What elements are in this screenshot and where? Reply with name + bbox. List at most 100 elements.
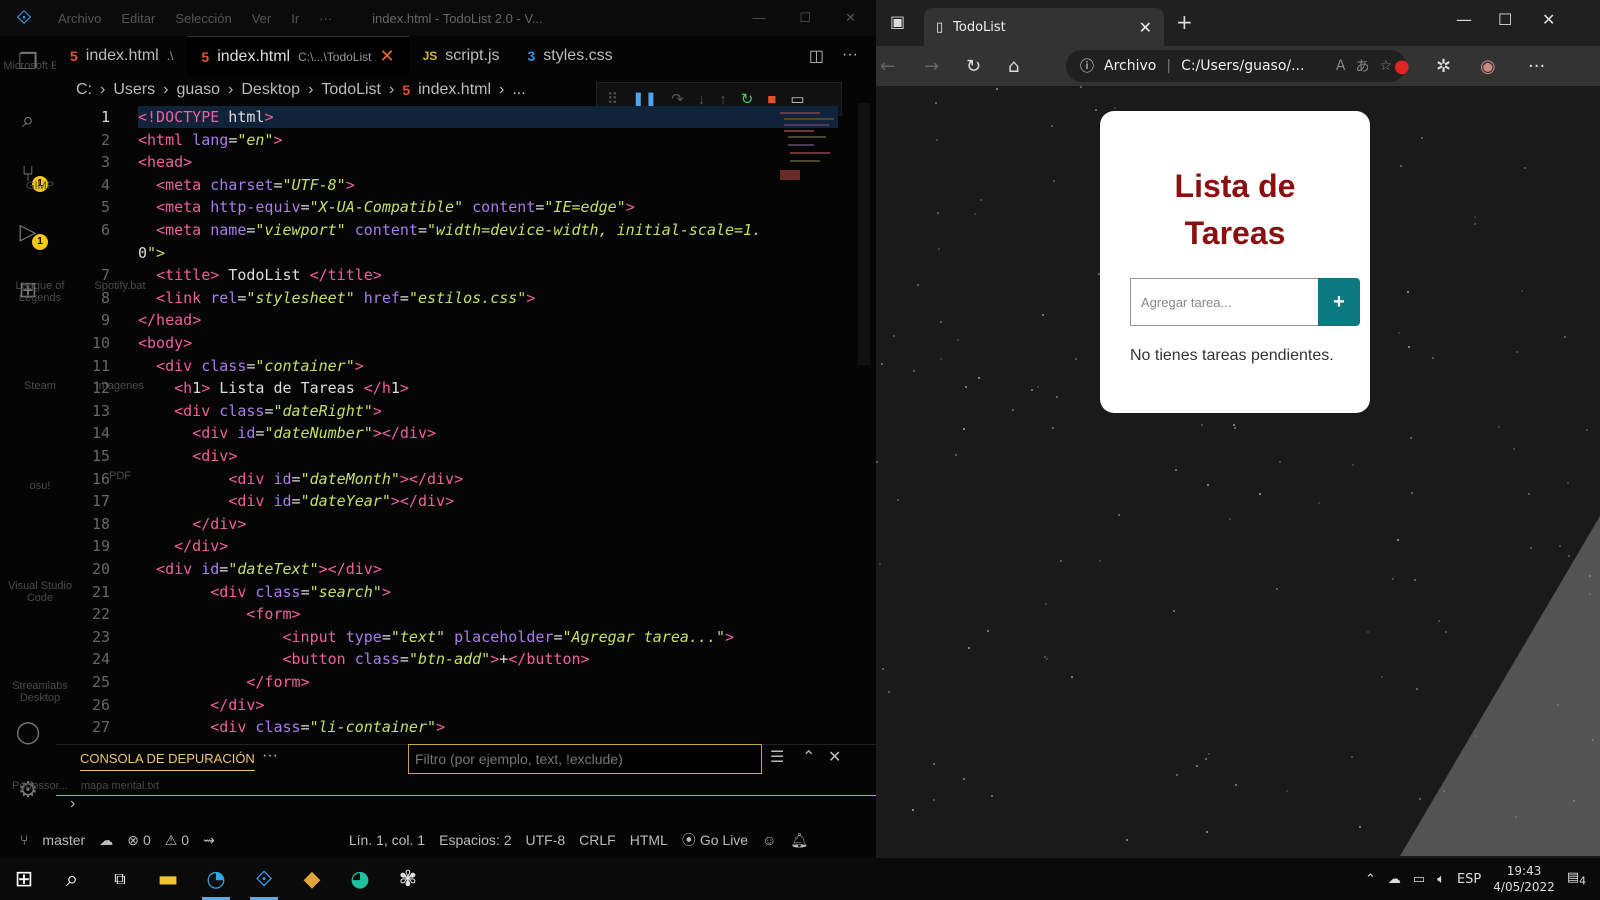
cursor-position[interactable]: Lín. 1, col. 1: [349, 832, 425, 848]
breadcrumb-item[interactable]: ...: [512, 81, 525, 99]
tab-index-html-1[interactable]: 5 index.html .\: [56, 36, 187, 76]
panel-more-icon[interactable]: ···: [262, 747, 278, 765]
run-debug-icon[interactable]: ▷ 1: [12, 216, 48, 250]
git-icon[interactable]: ◆: [288, 858, 336, 900]
error-count[interactable]: 0: [143, 832, 151, 848]
branch-label[interactable]: master: [42, 832, 85, 848]
code-line[interactable]: <div id="dateText"></div>: [138, 558, 382, 581]
code-line[interactable]: <input type="text" placeholder="Agregar …: [138, 626, 735, 649]
close-tab-icon[interactable]: ✕: [1139, 18, 1152, 37]
close-panel-icon[interactable]: ✕: [828, 747, 841, 767]
breadcrumb-item[interactable]: guaso: [176, 81, 220, 99]
extensions-puzzle-icon[interactable]: ✲: [1436, 56, 1451, 77]
favorite-icon[interactable]: ☆: [1379, 58, 1392, 74]
menu-item[interactable]: Archivo: [58, 11, 101, 26]
maximize-panel-icon[interactable]: ⌃: [802, 747, 815, 767]
menu-item[interactable]: Editar: [121, 11, 155, 26]
new-tab-icon[interactable]: +: [1176, 10, 1193, 34]
file-explorer-icon[interactable]: ▬: [144, 858, 192, 900]
code-line[interactable]: <h1> Lista de Tareas </h1>: [138, 377, 409, 400]
code-line[interactable]: </div>: [138, 513, 246, 536]
code-line[interactable]: <div id="dateMonth"></div>: [138, 468, 463, 491]
search-icon[interactable]: ⌕: [12, 104, 44, 136]
code-line[interactable]: <html lang="en">: [138, 129, 283, 152]
code-line[interactable]: <meta name="viewport" content="width=dev…: [138, 219, 761, 242]
app-icon[interactable]: ✾: [384, 858, 432, 900]
close-icon[interactable]: ✕: [845, 10, 856, 26]
code-line[interactable]: <meta http-equiv="X-UA-Compatible" conte…: [138, 196, 635, 219]
split-editor-icon[interactable]: ◫: [809, 46, 824, 66]
indentation[interactable]: Espacios: 2: [439, 832, 511, 848]
read-aloud-icon[interactable]: A: [1336, 58, 1346, 74]
minimap[interactable]: [780, 110, 840, 190]
code-line[interactable]: <head>: [138, 151, 192, 174]
back-icon[interactable]: ←: [880, 56, 895, 77]
breadcrumb-item[interactable]: index.html: [418, 81, 491, 99]
breadcrumb-item[interactable]: Desktop: [241, 81, 300, 99]
code-line[interactable]: </div>: [138, 535, 228, 558]
add-task-button[interactable]: +: [1318, 278, 1360, 326]
forward-icon[interactable]: →: [924, 56, 939, 77]
maximize-icon[interactable]: ☐: [799, 10, 811, 26]
code-line[interactable]: <!DOCTYPE html>: [138, 106, 273, 129]
editor-scrollbar[interactable]: [858, 103, 870, 365]
code-line[interactable]: <form>: [138, 603, 300, 626]
edge-icon[interactable]: ◔: [192, 858, 240, 900]
code-line[interactable]: <button class="btn-add">+</button>: [138, 648, 590, 671]
code-line[interactable]: 0">: [138, 242, 165, 265]
tray-overflow-icon[interactable]: ⌃: [1365, 872, 1376, 887]
code-line[interactable]: </head>: [138, 309, 201, 332]
account-icon[interactable]: ◯: [12, 716, 44, 748]
code-line[interactable]: <title> TodoList </title>: [138, 264, 382, 287]
code-line[interactable]: <body>: [138, 332, 192, 355]
code-line[interactable]: <link rel="stylesheet" href="estilos.css…: [138, 287, 535, 310]
translate-icon[interactable]: あ: [1355, 56, 1369, 76]
language-mode[interactable]: HTML: [630, 832, 668, 848]
task-input[interactable]: Agregar tarea...: [1130, 278, 1318, 326]
warning-count[interactable]: 0: [181, 832, 189, 848]
menu-item[interactable]: Ir: [291, 11, 299, 26]
profile-avatar[interactable]: ◉: [1480, 56, 1496, 77]
minimize-icon[interactable]: —: [1456, 10, 1472, 29]
code-line[interactable]: <meta charset="UTF-8">: [138, 174, 355, 197]
menu-item[interactable]: Selección: [175, 11, 231, 26]
bell-icon[interactable]: 🔔︎: [790, 832, 808, 849]
code-line[interactable]: <div class="li-container">: [138, 716, 445, 739]
sync-icon[interactable]: ☁: [99, 832, 113, 849]
taskbar-search-icon[interactable]: ⌕: [48, 858, 96, 900]
code-line[interactable]: <div id="dateYear"></div>: [138, 490, 454, 513]
edge-dev-icon[interactable]: ◕: [336, 858, 384, 900]
address-bar[interactable]: ⓘ Archivo | C:/Users/guaso/... A あ ☆: [1066, 50, 1406, 82]
live-share-icon[interactable]: ⇝: [203, 832, 215, 849]
code-line[interactable]: <div class="dateRight">: [138, 400, 382, 423]
task-view-icon[interactable]: ⧉: [96, 858, 144, 900]
clear-console-icon[interactable]: ☰: [770, 747, 784, 767]
code-line[interactable]: <div class="container">: [138, 355, 364, 378]
go-live-button[interactable]: Go Live: [700, 832, 748, 848]
tab-index-html-2[interactable]: 5 index.html C:\...\TodoList ✕: [187, 36, 409, 76]
menu-item[interactable]: ···: [319, 11, 332, 26]
volume-icon[interactable]: 🔈︎: [1437, 872, 1445, 887]
minimize-icon[interactable]: —: [752, 10, 765, 26]
console-filter-input[interactable]: Filtro (por ejemplo, text, !exclude): [408, 744, 762, 774]
close-window-icon[interactable]: ✕: [1542, 10, 1555, 29]
console-prompt-icon[interactable]: ›: [70, 795, 75, 813]
code-line[interactable]: <div>: [138, 445, 237, 468]
menu-item[interactable]: Ver: [252, 11, 272, 26]
tab-debug-console[interactable]: CONSOLA DE DEPURACIÓN: [80, 745, 255, 771]
extension-icon[interactable]: ●: [1394, 56, 1410, 77]
notifications-icon[interactable]: ▤4: [1567, 870, 1586, 888]
feedback-icon[interactable]: ☺: [762, 832, 776, 848]
tab-styles-css[interactable]: 3 styles.css: [514, 36, 627, 76]
encoding[interactable]: UTF-8: [525, 832, 565, 848]
vscode-taskbar-icon[interactable]: ⟐: [240, 858, 288, 900]
code-line[interactable]: </form>: [138, 671, 309, 694]
reload-icon[interactable]: ↻: [966, 56, 981, 77]
more-actions-icon[interactable]: ···: [842, 46, 858, 66]
code-editor[interactable]: 1 <!DOCTYPE html> 2 <html lang="en"> 3 <head>…: [56, 103, 846, 743]
home-icon[interactable]: ⌂: [1008, 56, 1019, 77]
code-line[interactable]: <div id="dateNumber"></div>: [138, 422, 436, 445]
breadcrumb-item[interactable]: Users: [113, 81, 155, 99]
tab-close-icon[interactable]: ✕: [379, 46, 394, 67]
code-line[interactable]: <div class="search">: [138, 581, 391, 604]
